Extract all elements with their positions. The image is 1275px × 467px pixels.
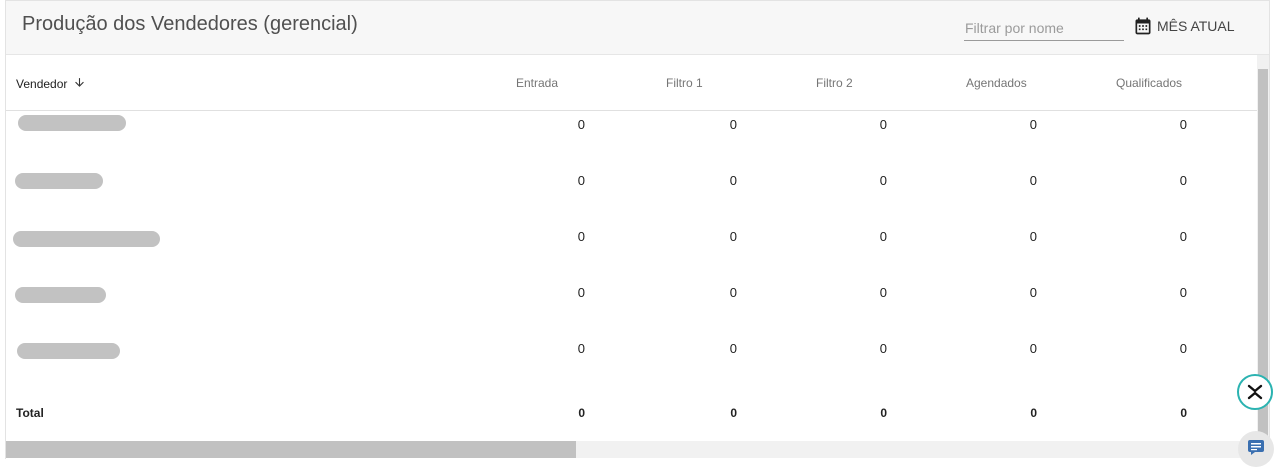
column-header-entrada[interactable]: Entrada [516,76,558,90]
table-header: Vendedor Entrada Filtro 1 Filtro 2 Agend… [6,55,1257,111]
column-header-agendados[interactable]: Agendados [966,76,1027,90]
card-header: Produção dos Vendedores (gerencial) MÊS … [6,1,1269,55]
redacted-seller-name [18,115,126,131]
cell-agendados: 0 [1029,285,1037,300]
seller-production-card: Produção dos Vendedores (gerencial) MÊS … [5,0,1270,460]
cell-agendados: 0 [1029,173,1037,188]
cell-qualificados: 0 [1179,229,1187,244]
cell-entrada: 0 [577,229,585,244]
cell-qualificados: 0 [1179,173,1187,188]
total-row: Total 0 0 0 0 0 [6,399,1257,441]
horizontal-scrollbar-thumb[interactable] [6,441,576,458]
total-filtro-2: 0 [880,406,887,420]
period-selector-button[interactable]: MÊS ATUAL [1133,14,1235,38]
chat-icon[interactable] [1238,431,1274,467]
cell-qualificados: 0 [1179,285,1187,300]
name-filter-input[interactable] [964,15,1124,41]
page-title: Produção dos Vendedores (gerencial) [22,13,358,35]
cell-filtro-2: 0 [879,117,887,132]
total-entrada: 0 [578,406,585,420]
cell-filtro-1: 0 [729,341,737,356]
cell-filtro-2: 0 [879,285,887,300]
redacted-seller-name [15,287,106,303]
cell-qualificados: 0 [1179,117,1187,132]
calendar-icon [1133,16,1153,36]
cell-entrada: 0 [577,285,585,300]
column-header-filtro-1[interactable]: Filtro 1 [666,76,703,90]
total-agendados: 0 [1030,406,1037,420]
total-label: Total [16,406,44,420]
cell-filtro-1: 0 [729,173,737,188]
column-header-qualificados[interactable]: Qualificados [1116,76,1182,90]
arrow-down-icon [73,76,86,92]
cell-entrada: 0 [577,341,585,356]
collapse-chevrons-icon[interactable] [1237,374,1273,410]
table-row[interactable]: 0 0 0 0 0 [6,335,1257,391]
total-filtro-1: 0 [730,406,737,420]
horizontal-scrollbar[interactable] [6,441,1257,458]
cell-filtro-1: 0 [729,117,737,132]
redacted-seller-name [13,231,160,247]
cell-filtro-1: 0 [729,229,737,244]
redacted-seller-name [15,173,103,189]
seller-table: Vendedor Entrada Filtro 1 Filtro 2 Agend… [6,55,1257,441]
table-row[interactable]: 0 0 0 0 0 [6,279,1257,335]
cell-agendados: 0 [1029,341,1037,356]
table-row[interactable]: 0 0 0 0 0 [6,111,1257,167]
cell-agendados: 0 [1029,117,1037,132]
cell-filtro-2: 0 [879,173,887,188]
cell-agendados: 0 [1029,229,1037,244]
period-label: MÊS ATUAL [1157,18,1235,34]
cell-qualificados: 0 [1179,341,1187,356]
cell-filtro-1: 0 [729,285,737,300]
table-row[interactable]: 0 0 0 0 0 [6,223,1257,279]
total-qualificados: 0 [1180,406,1187,420]
redacted-seller-name [17,343,120,359]
cell-filtro-2: 0 [879,229,887,244]
cell-filtro-2: 0 [879,341,887,356]
column-header-filtro-2[interactable]: Filtro 2 [816,76,853,90]
cell-entrada: 0 [577,117,585,132]
cell-entrada: 0 [577,173,585,188]
column-header-vendedor[interactable]: Vendedor [16,76,86,92]
table-row[interactable]: 0 0 0 0 0 [6,167,1257,223]
